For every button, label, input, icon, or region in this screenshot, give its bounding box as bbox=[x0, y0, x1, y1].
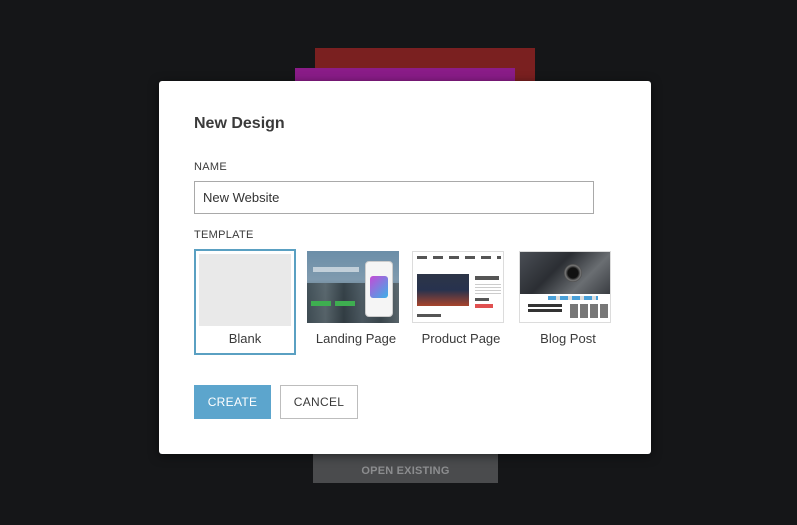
camera-icon bbox=[564, 264, 582, 282]
template-label: TEMPLATE bbox=[194, 229, 254, 241]
thumbnail-nav bbox=[417, 256, 501, 259]
new-design-dialog: New Design NAME TEMPLATE Blank Land bbox=[159, 81, 651, 454]
dialog-title: New Design bbox=[194, 115, 285, 132]
template-blank-label: Blank bbox=[228, 331, 262, 346]
thumbnail-gallery bbox=[570, 304, 608, 318]
template-blank-thumbnail bbox=[199, 254, 291, 326]
phone-screen bbox=[370, 276, 388, 298]
thumbnail-text-lines bbox=[475, 284, 501, 296]
name-input[interactable] bbox=[194, 181, 594, 214]
template-blog-post-label: Blog Post bbox=[540, 331, 596, 346]
template-blog-post[interactable]: Blog Post bbox=[517, 249, 619, 355]
template-product-page[interactable]: Product Page bbox=[410, 249, 512, 355]
phone-icon bbox=[365, 261, 393, 317]
template-product-page-thumbnail bbox=[412, 251, 504, 323]
template-blank[interactable]: Blank bbox=[194, 249, 296, 355]
template-list: Blank Landing Page Product Page Blog Pos… bbox=[194, 249, 614, 355]
create-button[interactable]: CREATE bbox=[194, 385, 271, 419]
open-existing-button[interactable]: OPEN EXISTING bbox=[313, 449, 498, 483]
template-landing-page[interactable]: Landing Page bbox=[305, 249, 407, 355]
thumbnail-buy-button bbox=[475, 304, 493, 308]
thumbnail-footer-text bbox=[417, 314, 441, 317]
thumbnail-headline bbox=[528, 304, 562, 314]
thumbnail-button bbox=[335, 301, 355, 306]
template-product-page-label: Product Page bbox=[421, 331, 501, 346]
thumbnail-product-photo bbox=[417, 274, 469, 306]
thumbnail-title bbox=[475, 276, 499, 280]
template-landing-page-thumbnail bbox=[307, 251, 399, 323]
cancel-button[interactable]: CANCEL bbox=[280, 385, 358, 419]
thumbnail-tabs bbox=[548, 296, 598, 300]
thumbnail-button bbox=[311, 301, 331, 306]
thumbnail-price bbox=[475, 298, 489, 301]
app-stage: OPEN EXISTING New Design NAME TEMPLATE B… bbox=[0, 0, 797, 525]
template-blog-post-thumbnail bbox=[519, 251, 611, 323]
thumbnail-headline bbox=[313, 267, 359, 272]
template-landing-page-label: Landing Page bbox=[315, 331, 397, 346]
name-label: NAME bbox=[194, 161, 227, 173]
